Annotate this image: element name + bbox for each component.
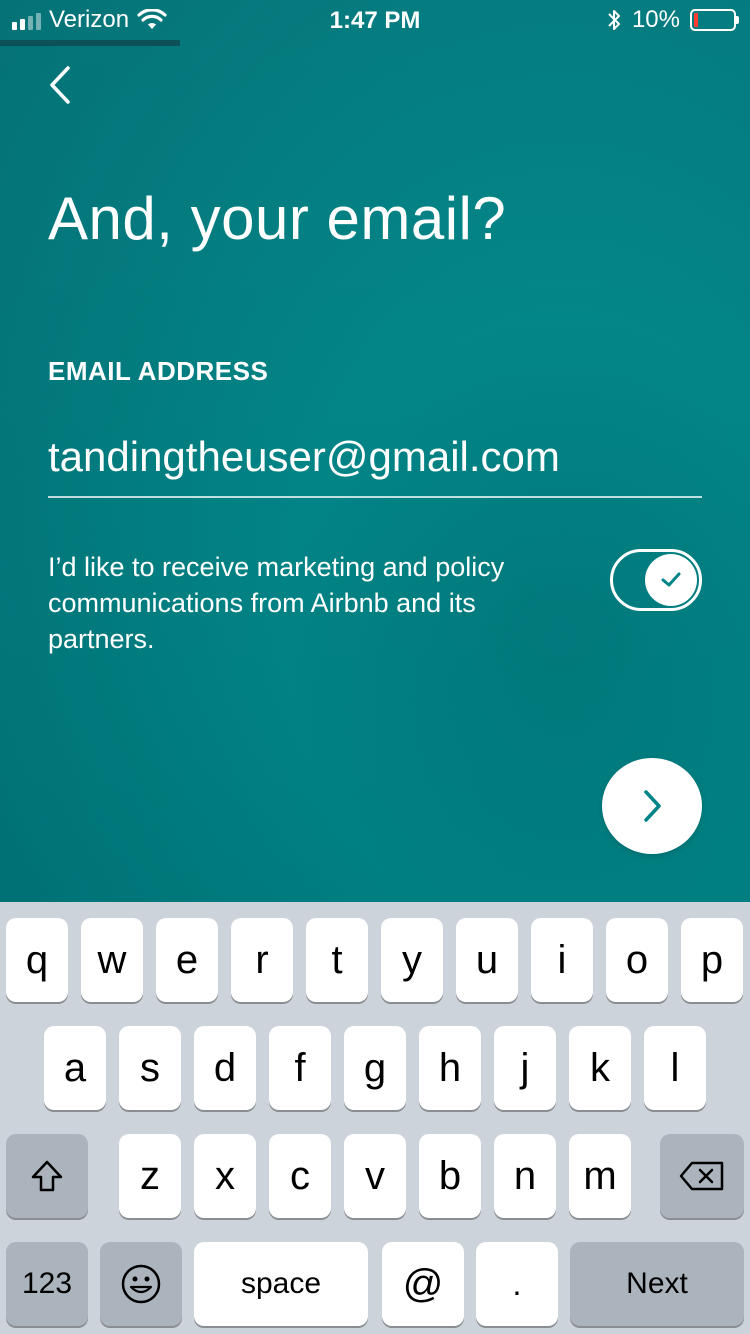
key-m[interactable]: m — [569, 1134, 631, 1218]
key-g[interactable]: g — [344, 1026, 406, 1110]
key-c[interactable]: c — [269, 1134, 331, 1218]
key-k[interactable]: k — [569, 1026, 631, 1110]
battery-percent: 10% — [631, 6, 680, 33]
key-v[interactable]: v — [344, 1134, 406, 1218]
key-z[interactable]: z — [119, 1134, 181, 1218]
bluetooth-icon — [608, 10, 620, 30]
key-d[interactable]: d — [194, 1026, 256, 1110]
key-o[interactable]: o — [606, 918, 668, 1002]
toggle-knob — [645, 554, 697, 606]
status-bar: Verizon 1:47 PM 10% — [0, 0, 750, 40]
shift-key[interactable] — [6, 1134, 88, 1218]
key-a[interactable]: a — [44, 1026, 106, 1110]
shift-arrow-icon — [31, 1160, 63, 1192]
key-w[interactable]: w — [81, 918, 143, 1002]
emoji-icon — [121, 1264, 161, 1304]
email-field-label: EMAIL ADDRESS — [48, 356, 269, 386]
space-key[interactable]: space — [194, 1242, 368, 1326]
progress-fill — [0, 40, 180, 46]
next-button[interactable] — [602, 758, 702, 854]
at-key[interactable]: @ — [382, 1242, 464, 1326]
emoji-key[interactable] — [100, 1242, 182, 1326]
key-x[interactable]: x — [194, 1134, 256, 1218]
delete-key[interactable] — [660, 1134, 744, 1218]
key-y[interactable]: y — [381, 918, 443, 1002]
marketing-consent-text: I’d like to receive marketing and policy… — [48, 552, 505, 654]
key-b[interactable]: b — [419, 1134, 481, 1218]
chevron-left-icon — [50, 66, 70, 104]
dot-key[interactable]: . — [476, 1242, 558, 1326]
page-title: And, your email? — [48, 185, 507, 252]
chevron-right-icon — [644, 790, 661, 822]
key-n[interactable]: n — [494, 1134, 556, 1218]
key-l[interactable]: l — [644, 1026, 706, 1110]
key-s[interactable]: s — [119, 1026, 181, 1110]
key-p[interactable]: p — [681, 918, 743, 1002]
key-j[interactable]: j — [494, 1026, 556, 1110]
email-field[interactable] — [48, 418, 702, 498]
checkmark-icon — [661, 572, 681, 587]
key-t[interactable]: t — [306, 918, 368, 1002]
key-e[interactable]: e — [156, 918, 218, 1002]
key-r[interactable]: r — [231, 918, 293, 1002]
next-return-key[interactable]: Next — [570, 1242, 744, 1326]
key-h[interactable]: h — [419, 1026, 481, 1110]
key-u[interactable]: u — [456, 918, 518, 1002]
key-f[interactable]: f — [269, 1026, 331, 1110]
marketing-consent-toggle[interactable] — [610, 549, 702, 611]
numbers-key[interactable]: 123 — [6, 1242, 88, 1326]
battery-icon — [690, 9, 739, 31]
back-button[interactable] — [40, 60, 84, 110]
signup-progress-bar — [0, 40, 750, 46]
on-screen-keyboard: qwertyuiop asdfghjkl zxcvbnm 123 space @… — [0, 902, 750, 1334]
backspace-icon — [679, 1161, 724, 1191]
key-i[interactable]: i — [531, 918, 593, 1002]
key-q[interactable]: q — [6, 918, 68, 1002]
